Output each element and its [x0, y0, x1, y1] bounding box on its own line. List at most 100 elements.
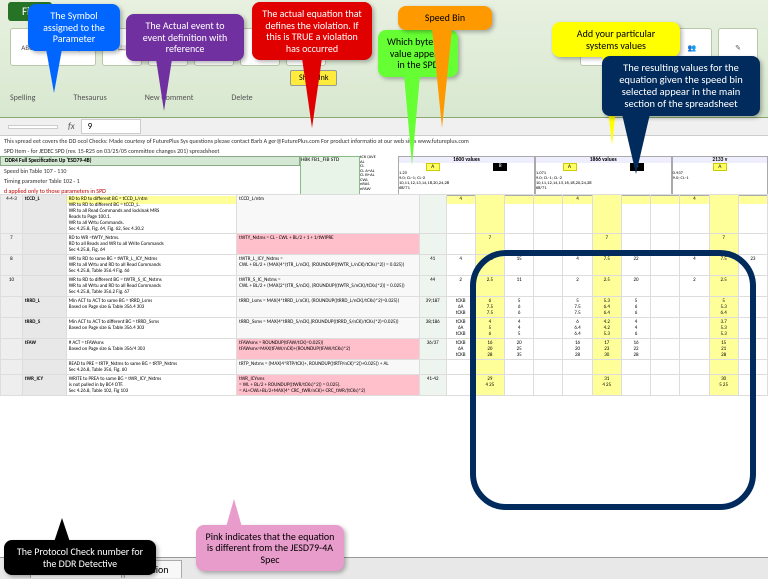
value-cell[interactable]: 4 — [680, 255, 709, 276]
value-cell[interactable]: 7.5 — [475, 255, 504, 276]
value-cell[interactable]: 202535 — [505, 339, 534, 360]
value-cell[interactable]: 4 — [563, 255, 592, 276]
formula-input[interactable]: 9 — [81, 119, 141, 134]
value-cell[interactable]: 7.5 — [592, 255, 621, 276]
value-cell[interactable]: 20 — [621, 276, 650, 297]
value-cell[interactable]: 16 — [738, 339, 767, 360]
value-cell[interactable]: 66.46.4 — [563, 318, 592, 339]
value-cell[interactable]: 2 — [446, 276, 475, 297]
value-cell[interactable]: 15 — [505, 255, 534, 276]
value-cell[interactable]: tCKB6AtCKB — [446, 318, 475, 339]
value-cell[interactable] — [563, 360, 592, 375]
value-cell[interactable]: 152128 — [709, 339, 738, 360]
value-cell[interactable]: 3.75.35.3 — [709, 318, 738, 339]
table-row[interactable]: tRRD_SMin ACT to ACT to different BG = t… — [1, 318, 768, 339]
worksheet[interactable]: This spread eet covers the DD ocol Check… — [0, 136, 768, 549]
value-cell[interactable] — [534, 255, 563, 276]
value-cell[interactable] — [651, 318, 680, 339]
value-cell[interactable] — [475, 360, 504, 375]
value-cell[interactable] — [651, 360, 680, 375]
value-cell[interactable]: 172330 — [592, 339, 621, 360]
value-cell[interactable] — [621, 234, 650, 255]
table-row[interactable]: 4-4-3tCCD_LRD to RD to different BG = tC… — [1, 195, 768, 234]
value-cell[interactable]: 445 — [505, 318, 534, 339]
value-cell[interactable] — [680, 318, 709, 339]
value-cell[interactable] — [680, 234, 709, 255]
value-cell[interactable]: 4 — [738, 318, 767, 339]
value-cell[interactable] — [505, 195, 534, 234]
table-row[interactable]: 8WR to RD to same BG = tWTR_L_ICY_NstmsW… — [1, 255, 768, 276]
value-cell[interactable] — [534, 375, 563, 396]
value-cell[interactable] — [651, 255, 680, 276]
value-cell[interactable] — [534, 360, 563, 375]
value-cell[interactable] — [534, 195, 563, 234]
value-cell[interactable] — [651, 297, 680, 318]
table-row[interactable]: READ to PRE = tRTP_Nstms to same BG = tR… — [1, 360, 768, 375]
value-cell[interactable] — [505, 375, 534, 396]
value-cell[interactable]: 2.5 — [709, 276, 738, 297]
value-cell[interactable] — [563, 375, 592, 396]
value-cell[interactable]: 4 — [446, 195, 475, 234]
value-cell[interactable] — [709, 195, 738, 234]
value-cell[interactable]: 5 — [738, 297, 767, 318]
value-cell[interactable]: 294 25 — [475, 375, 504, 396]
value-cell[interactable]: tCKB6AtCKB — [446, 297, 475, 318]
value-cell[interactable]: 11 — [505, 276, 534, 297]
value-cell[interactable] — [709, 360, 738, 375]
value-cell[interactable]: 456 — [475, 318, 504, 339]
value-cell[interactable] — [651, 339, 680, 360]
value-cell[interactable] — [505, 234, 534, 255]
value-cell[interactable] — [534, 297, 563, 318]
value-cell[interactable]: 4 — [446, 255, 475, 276]
value-cell[interactable] — [534, 318, 563, 339]
value-cell[interactable]: 566 — [505, 297, 534, 318]
value-cell[interactable] — [534, 276, 563, 297]
value-cell[interactable]: 7.5 — [709, 255, 738, 276]
value-cell[interactable] — [621, 375, 650, 396]
value-cell[interactable] — [446, 234, 475, 255]
value-cell[interactable]: 2.5 — [592, 276, 621, 297]
value-cell[interactable] — [651, 234, 680, 255]
value-cell[interactable]: 67.57.5 — [475, 297, 504, 318]
value-cell[interactable] — [563, 234, 592, 255]
table-row[interactable]: 7RD to WR =tWTY_Nstms.RD to all Reads an… — [1, 234, 768, 255]
value-cell[interactable]: 5.36.46.4 — [592, 297, 621, 318]
value-cell[interactable] — [534, 234, 563, 255]
value-cell[interactable] — [475, 195, 504, 234]
value-cell[interactable]: 162228 — [621, 339, 650, 360]
table-row[interactable]: tFAW# ACT = tFAWsmsBased on Page size & … — [1, 339, 768, 360]
value-cell[interactable]: 4 — [680, 195, 709, 234]
value-cell[interactable] — [592, 195, 621, 234]
value-cell[interactable] — [621, 195, 650, 234]
value-cell[interactable]: 162028 — [563, 339, 592, 360]
value-cell[interactable] — [680, 360, 709, 375]
table-row[interactable]: 10WR to RD to different BG = tWTR_S_IC_N… — [1, 276, 768, 297]
value-cell[interactable] — [738, 375, 767, 396]
value-cell[interactable]: 21 — [738, 276, 767, 297]
value-cell[interactable] — [680, 297, 709, 318]
value-cell[interactable]: tCKB6AtCKB — [446, 339, 475, 360]
value-cell[interactable]: 23 — [738, 255, 767, 276]
value-cell[interactable] — [505, 360, 534, 375]
value-cell[interactable] — [680, 339, 709, 360]
value-cell[interactable]: 162028 — [475, 339, 504, 360]
value-cell[interactable]: 7 — [709, 234, 738, 255]
value-cell[interactable] — [592, 360, 621, 375]
value-cell[interactable] — [446, 375, 475, 396]
value-cell[interactable]: 2 — [563, 276, 592, 297]
table-row[interactable]: tWR_ICYWRITE to PREA to same BG = tWR_IC… — [1, 375, 768, 396]
value-cell[interactable]: 57.57.5 — [563, 297, 592, 318]
value-cell[interactable] — [651, 375, 680, 396]
value-cell[interactable] — [621, 360, 650, 375]
value-cell[interactable]: 2 — [680, 276, 709, 297]
value-cell[interactable]: 4 — [563, 195, 592, 234]
value-cell[interactable] — [738, 234, 767, 255]
value-cell[interactable]: 314 25 — [592, 375, 621, 396]
value-cell[interactable] — [680, 375, 709, 396]
value-cell[interactable]: 7 — [475, 234, 504, 255]
value-cell[interactable] — [446, 360, 475, 375]
value-cell[interactable] — [651, 195, 680, 234]
value-cell[interactable]: 446 — [621, 318, 650, 339]
value-cell[interactable] — [534, 339, 563, 360]
data-rows[interactable]: 4-4-3tCCD_LRD to RD to different BG = tC… — [0, 194, 768, 549]
